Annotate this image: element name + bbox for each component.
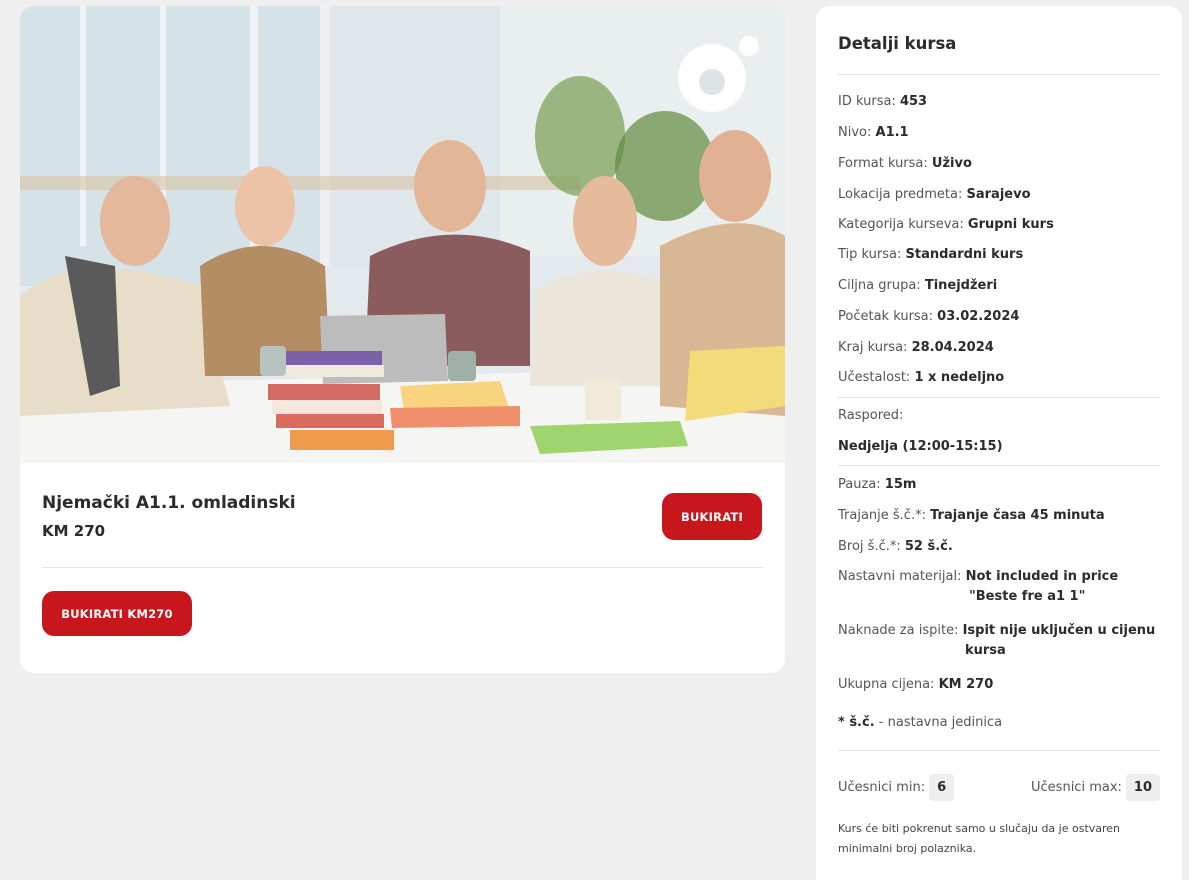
course-title: Njemački A1.1. omladinski [42,493,296,513]
detail-row-level: Nivo: A1.1 [838,125,909,140]
detail-value: Uživo [931,156,972,171]
detail-value: Ispit nije uključen u cijenu [962,623,1156,638]
detail-label: Početak kursa: [838,309,934,324]
course-summary: Njemački A1.1. omladinski KM 270 [42,493,296,540]
book-with-price-button[interactable]: BUKIRATI KM270 [42,591,192,636]
book-button[interactable]: BUKIRATI [662,493,762,540]
detail-value: Standardni kurs [905,247,1024,262]
course-photo [20,6,785,463]
detail-label: Nastavni materijal: [838,569,962,584]
detail-row-frequency: Učestalost: 1 x nedeljno [838,370,1004,385]
footnote: * š.č. - nastavna jedinica [838,715,1002,730]
detail-row-type: Tip kursa: Standardni kurs [838,247,1023,262]
course-image [20,6,785,463]
details-heading: Detalji kursa [838,34,957,53]
schedule-value: Nedjelja (12:00-15:15) [838,439,1003,454]
detail-label: Ukupna cijena: [838,677,935,692]
footnote-text: - nastavna jedinica [874,715,1003,730]
detail-value: KM 270 [938,677,994,692]
detail-value: 28.04.2024 [911,340,994,355]
detail-value: 15m [884,477,917,492]
participants-min-label: Učesnici min: [838,779,926,795]
detail-row-units: Broj š.č.*: 52 š.č. [838,539,953,554]
detail-value: 1 x nedeljno [914,370,1005,385]
detail-label: Pauza: [838,477,881,492]
detail-value: Tinejdžeri [924,278,998,293]
detail-row-duration: Trajanje š.č.*: Trajanje časa 45 minuta [838,508,1105,523]
detail-row-pause: Pauza: 15m [838,477,916,492]
footnote-mark: * š.č. [838,715,875,730]
detail-label: Tip kursa: [838,247,902,262]
detail-label: Naknade za ispite: [838,623,959,638]
divider [838,74,1160,75]
detail-value: A1.1 [875,125,909,140]
detail-value: 52 š.č. [904,539,953,554]
participants-max: Učesnici max: 10 [1031,773,1160,801]
course-price: KM 270 [42,522,106,540]
course-card: Njemački A1.1. omladinski KM 270 BUKIRAT… [20,6,785,673]
detail-label: Kategorija kurseva: [838,217,964,232]
detail-row-total: Ukupna cijena: KM 270 [838,677,993,692]
participants-row: Učesnici min: 6 Učesnici max: 10 [838,771,1160,803]
detail-value: Not included in price [965,569,1119,584]
detail-row-format: Format kursa: Uživo [838,156,972,171]
detail-label: Ciljna grupa: [838,278,921,293]
detail-label: Broj š.č.*: [838,539,901,554]
participants-max-label: Učesnici max: [1031,779,1122,795]
detail-row-id: ID kursa: 453 [838,94,927,109]
detail-value: 453 [899,94,928,109]
detail-row-start: Početak kursa: 03.02.2024 [838,309,1019,324]
detail-value-continued: kursa [965,643,1006,658]
detail-value: Trajanje časa 45 minuta [930,508,1105,523]
detail-row-end: Kraj kursa: 28.04.2024 [838,340,994,355]
schedule-label: Raspored: [838,408,904,423]
participants-min: Učesnici min: 6 [838,773,955,801]
course-details-panel: Detalji kursa ID kursa: 453 Nivo: A1.1 F… [816,6,1182,880]
detail-row-category: Kategorija kurseva: Grupni kurs [838,217,1054,232]
detail-row-target-group: Ciljna grupa: Tinejdžeri [838,278,997,293]
detail-label: ID kursa: [838,94,896,109]
detail-row-location: Lokacija predmeta: Sarajevo [838,187,1031,202]
detail-label: Učestalost: [838,370,911,385]
detail-value: 03.02.2024 [937,309,1020,324]
minimum-participants-note: Kurs će biti pokrenut samo u slučaju da … [838,822,1121,855]
divider [838,750,1160,751]
detail-label: Trajanje š.č.*: [838,508,926,523]
participants-max-value: 10 [1125,773,1160,801]
detail-row-material: Nastavni materijal: Not included in pric… [838,567,1158,607]
detail-value: Grupni kurs [967,217,1054,232]
schedule-text: Nedjelja (12:00-15:15) [838,439,1003,454]
participants-min-value: 6 [929,773,955,801]
divider [838,465,1160,466]
detail-label: Format kursa: [838,156,928,171]
detail-label: Nivo: [838,125,872,140]
detail-value-continued: "Beste fre a1 1" [969,589,1086,604]
detail-label: Kraj kursa: [838,340,908,355]
divider [838,397,1160,398]
detail-row-exam: Naknade za ispite: Ispit nije uključen u… [838,621,1158,661]
detail-label: Lokacija predmeta: [838,187,963,202]
detail-value: Sarajevo [966,187,1031,202]
divider [42,567,763,568]
